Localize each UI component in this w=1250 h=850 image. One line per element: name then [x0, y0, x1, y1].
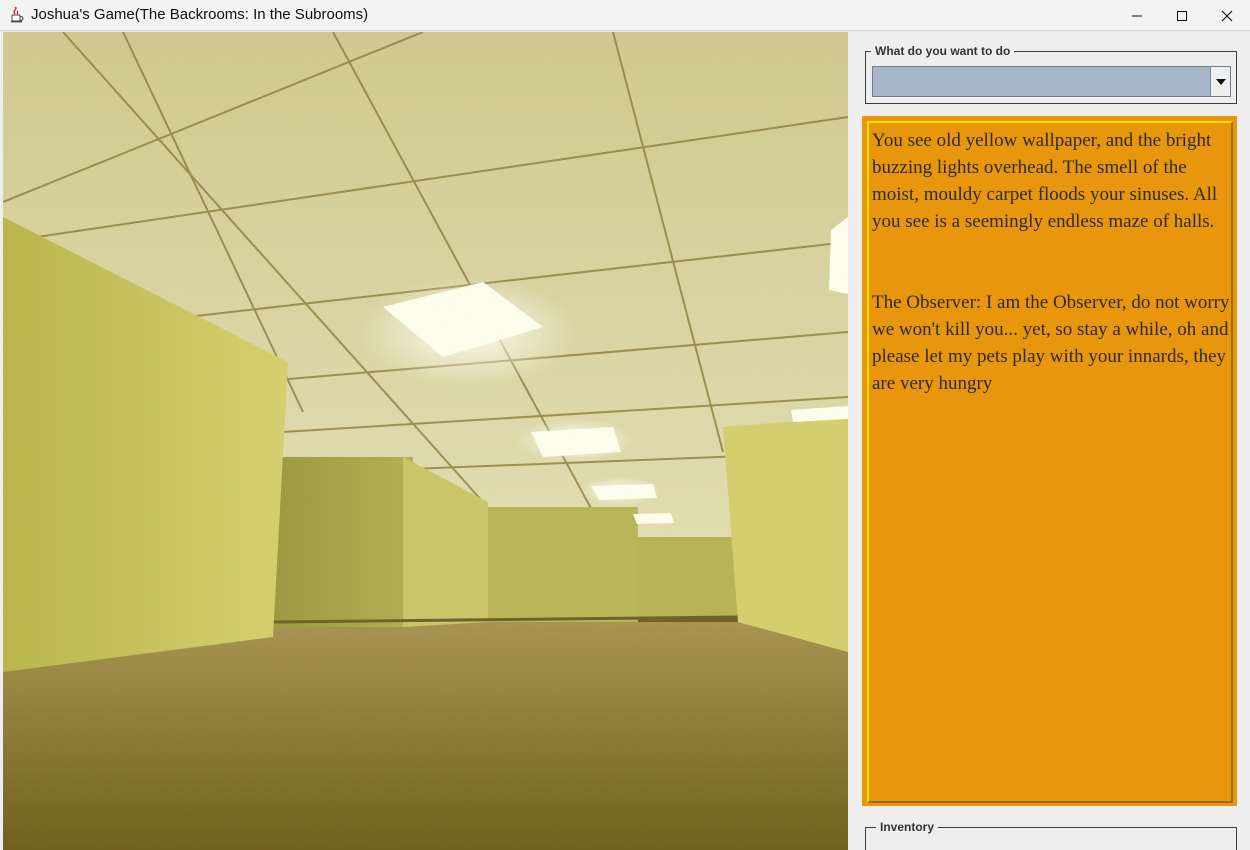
window-title: Joshua's Game(The Backrooms: In the Subr… [31, 6, 369, 23]
story-text: You see old yellow wallpaper, and the br… [872, 130, 1230, 394]
minimize-icon [1132, 15, 1142, 16]
close-button[interactable] [1204, 0, 1250, 31]
chevron-down-icon [1215, 78, 1226, 85]
dropdown-arrow-button[interactable] [1210, 67, 1230, 96]
story-text-area[interactable]: You see old yellow wallpaper, and the br… [867, 121, 1233, 803]
story-panel: You see old yellow wallpaper, and the br… [862, 116, 1237, 806]
close-icon [1221, 10, 1233, 21]
java-cup-icon [9, 6, 25, 23]
minimize-button[interactable] [1114, 0, 1160, 31]
inventory-group: Inventory [865, 821, 1237, 850]
title-bar[interactable]: Joshua's Game(The Backrooms: In the Subr… [0, 0, 1250, 31]
inventory-legend: Inventory [876, 821, 939, 834]
maximize-button[interactable] [1159, 0, 1205, 31]
maximize-icon [1177, 10, 1187, 21]
action-dropdown[interactable] [872, 66, 1231, 97]
backrooms-hallway-image [3, 32, 848, 850]
control-panel: What do you want to do You see old yello… [851, 32, 1250, 850]
action-group: What do you want to do [865, 45, 1237, 104]
action-group-legend: What do you want to do [871, 45, 1015, 58]
